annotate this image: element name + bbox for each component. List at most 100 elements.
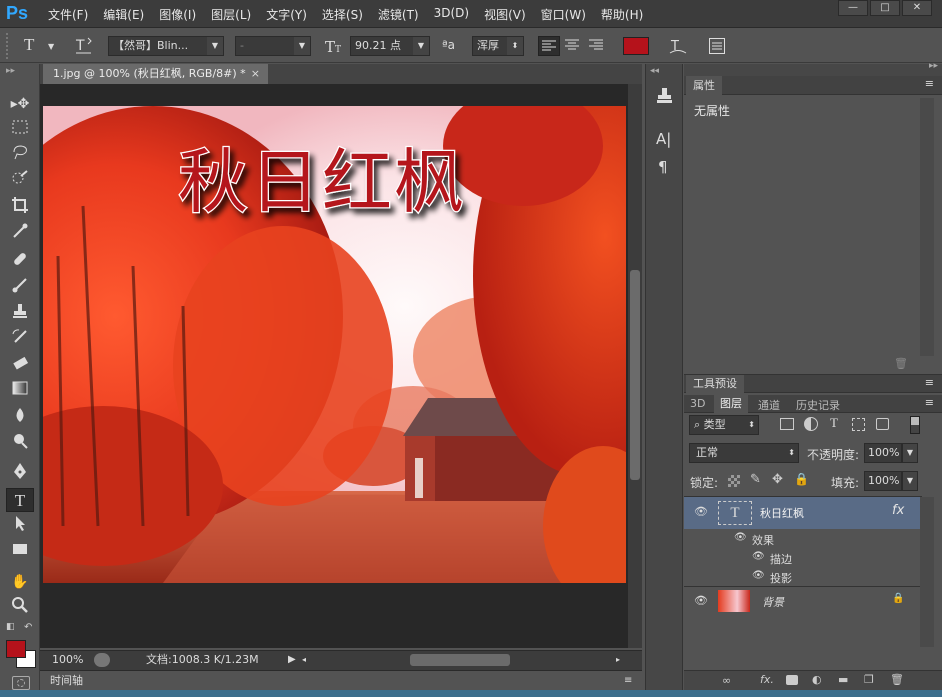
- filter-toggle[interactable]: [910, 416, 920, 434]
- menu-edit[interactable]: 编辑(E): [103, 6, 144, 23]
- paragraph-icon[interactable]: ¶: [658, 158, 668, 176]
- pen-tool-icon[interactable]: [6, 462, 34, 486]
- marquee-tool-icon[interactable]: [6, 118, 34, 142]
- layer-name[interactable]: 背景: [762, 594, 784, 610]
- type-tool-icon[interactable]: T: [6, 488, 34, 512]
- maximize-button[interactable]: □: [870, 0, 900, 16]
- link-layers-icon[interactable]: ∞: [722, 674, 731, 687]
- align-center-button[interactable]: [562, 36, 584, 56]
- panel-menu-icon[interactable]: ≡: [925, 396, 934, 409]
- tab-layers[interactable]: 图层: [714, 395, 748, 413]
- chevron-down-icon[interactable]: ▼: [902, 443, 918, 463]
- chevron-down-icon[interactable]: ▼: [902, 471, 918, 491]
- crop-tool-icon[interactable]: [6, 196, 34, 220]
- tab-channels[interactable]: 通道: [758, 397, 780, 413]
- close-button[interactable]: ✕: [902, 0, 932, 16]
- lock-position-icon[interactable]: ✥: [772, 472, 783, 487]
- fill-input[interactable]: 100%: [864, 471, 902, 491]
- lock-transparent-icon[interactable]: [728, 475, 740, 487]
- blend-mode-select[interactable]: 正常 ⬍: [689, 443, 799, 463]
- move-tool-icon[interactable]: ▸✥: [6, 92, 34, 116]
- properties-tab[interactable]: 属性: [686, 76, 722, 95]
- layers-scrollbar[interactable]: [920, 497, 934, 647]
- panel-collapse-bar[interactable]: ▸▸: [684, 61, 942, 76]
- eyedropper-tool-icon[interactable]: [6, 222, 34, 246]
- panel-menu-icon[interactable]: ≡: [624, 671, 632, 691]
- panel-menu-icon[interactable]: ≡: [925, 77, 934, 90]
- filter-smart-object-icon[interactable]: [876, 418, 889, 430]
- type-tool-icon[interactable]: T: [24, 35, 34, 55]
- font-size-select[interactable]: 90.21 点 ▼: [350, 36, 430, 56]
- effects-row[interactable]: 👁 效果: [684, 530, 922, 549]
- adjustment-layer-icon[interactable]: ◐: [812, 673, 822, 686]
- vertical-scroll-thumb[interactable]: [630, 270, 640, 480]
- lock-all-icon[interactable]: 🔒: [794, 472, 809, 486]
- font-family-select[interactable]: 【然哥】Blin... ▼: [108, 36, 224, 56]
- panel-menu-icon[interactable]: ≡: [925, 376, 934, 389]
- menu-layer[interactable]: 图层(L): [211, 6, 251, 23]
- tab-history[interactable]: 历史记录: [796, 397, 840, 413]
- lasso-tool-icon[interactable]: [6, 144, 34, 168]
- font-style-select[interactable]: - ▼: [235, 36, 311, 56]
- add-style-icon[interactable]: fx.: [760, 673, 774, 686]
- delete-layer-icon[interactable]: 🗑: [890, 673, 904, 686]
- menu-filter[interactable]: 滤镜(T): [378, 6, 419, 23]
- menu-help[interactable]: 帮助(H): [601, 6, 643, 23]
- filter-type-icon[interactable]: T: [830, 415, 838, 431]
- eye-icon[interactable]: 👁: [752, 551, 765, 562]
- expand-panels-icon[interactable]: ◂◂: [650, 66, 659, 76]
- clone-stamp-tool-icon[interactable]: [6, 302, 34, 326]
- tool-presets-tab[interactable]: 工具预设: [686, 375, 744, 393]
- clone-source-icon[interactable]: [654, 86, 676, 108]
- new-group-icon[interactable]: ▬: [838, 673, 848, 686]
- drop-shadow-effect-row[interactable]: 👁 投影: [684, 568, 922, 587]
- eye-icon[interactable]: 👁: [734, 532, 747, 543]
- eye-icon[interactable]: 👁: [694, 594, 708, 607]
- scroll-right-icon[interactable]: ▸: [616, 651, 620, 669]
- align-right-button[interactable]: [586, 36, 608, 56]
- foreground-color-swatch[interactable]: [6, 640, 26, 658]
- quick-mask-icon[interactable]: [12, 676, 30, 690]
- menu-image[interactable]: 图像(I): [159, 6, 196, 23]
- character-icon[interactable]: A|: [656, 130, 671, 148]
- menu-3d[interactable]: 3D(D): [434, 6, 469, 23]
- lock-pixels-icon[interactable]: ✎: [750, 472, 761, 487]
- add-mask-icon[interactable]: [786, 675, 798, 685]
- layer-row-background[interactable]: 👁 背景 🔒: [684, 587, 922, 617]
- layer-name[interactable]: 秋日红枫: [760, 505, 804, 521]
- align-left-button[interactable]: [538, 36, 560, 56]
- status-info-icon[interactable]: [94, 653, 110, 667]
- healing-brush-tool-icon[interactable]: [6, 250, 34, 274]
- eraser-tool-icon[interactable]: [6, 354, 34, 378]
- path-selection-tool-icon[interactable]: [6, 514, 34, 538]
- blur-tool-icon[interactable]: [6, 406, 34, 430]
- document-tab[interactable]: 1.jpg @ 100% (秋日红枫, RGB/8#) * ×: [43, 64, 268, 84]
- fx-icon[interactable]: fx: [892, 503, 904, 518]
- text-color-swatch[interactable]: [623, 37, 649, 55]
- filter-adjustment-icon[interactable]: [804, 417, 818, 431]
- default-colors-icon[interactable]: ◧: [6, 622, 15, 632]
- tool-preset-arrow-icon[interactable]: ▼: [48, 42, 54, 51]
- zoom-level[interactable]: 100%: [52, 651, 83, 669]
- brush-tool-icon[interactable]: [6, 276, 34, 300]
- timeline-panel-tab[interactable]: 时间轴 ≡: [40, 670, 642, 690]
- character-panel-icon[interactable]: [708, 37, 726, 55]
- properties-scrollbar[interactable]: [920, 98, 934, 356]
- stroke-effect-row[interactable]: 👁 描边: [684, 549, 922, 568]
- horizontal-scroll-thumb[interactable]: [410, 654, 510, 666]
- hand-tool-icon[interactable]: ✋: [6, 570, 34, 594]
- collapse-icon[interactable]: ▸▸: [929, 61, 938, 71]
- filter-pixel-icon[interactable]: [780, 418, 794, 430]
- eye-icon[interactable]: 👁: [694, 505, 708, 518]
- close-tab-icon[interactable]: ×: [251, 64, 260, 84]
- collapse-icon[interactable]: ▸▸: [6, 66, 15, 76]
- scroll-left-icon[interactable]: ◂: [302, 651, 306, 669]
- quick-select-tool-icon[interactable]: [6, 170, 34, 194]
- menu-select[interactable]: 选择(S): [322, 6, 363, 23]
- filter-shape-icon[interactable]: [852, 418, 865, 431]
- gradient-tool-icon[interactable]: [6, 380, 34, 404]
- menu-view[interactable]: 视图(V): [484, 6, 526, 23]
- trash-icon[interactable]: 🗑: [894, 357, 908, 370]
- dodge-tool-icon[interactable]: [6, 432, 34, 456]
- menu-file[interactable]: 文件(F): [48, 6, 88, 23]
